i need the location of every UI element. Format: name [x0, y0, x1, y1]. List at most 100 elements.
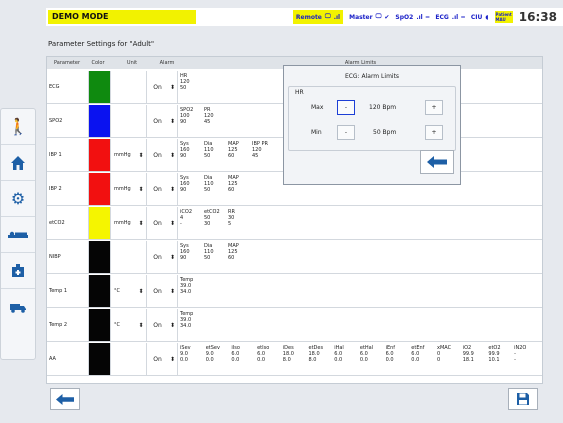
alarm-select[interactable]: On [146, 275, 168, 307]
color-swatch[interactable] [89, 275, 111, 307]
unit-select[interactable]: mmHg [111, 139, 136, 171]
unit-spinner-icon[interactable]: ⬍ [136, 139, 146, 171]
demo-mode-label: DEMO MODE [48, 10, 196, 24]
alarm-limits-cell[interactable]: Temp 39.0 34.0 [178, 275, 542, 307]
floppy-disk-icon [517, 393, 529, 405]
alarm-spinner-icon[interactable]: ⬍ [168, 139, 178, 171]
limit-low: 60 [228, 255, 235, 261]
save-button[interactable] [508, 388, 538, 410]
connector-icon: ═ [461, 13, 465, 21]
limit-column: iO2 99.9 18.1 [463, 345, 474, 363]
alarm-limits-cell[interactable]: iCO2 4- etCO2 50 30 RR 30 5 [178, 207, 542, 239]
table-row[interactable]: NIBP On ⬍ Sys 160 90 Dia 110 50 MAP 125 60 [47, 241, 542, 274]
unit-spinner-icon[interactable]: ⬍ [136, 309, 146, 341]
hr-group-label: HR [295, 89, 304, 96]
unit-spinner-icon[interactable]: ⬍ [136, 207, 146, 239]
unit-spinner-icon[interactable]: ⬍ [136, 275, 146, 307]
ciu-label: CIU [470, 13, 483, 21]
alarm-select[interactable]: On [146, 173, 168, 205]
color-swatch[interactable] [89, 207, 111, 239]
limit-column: SPO2 100 90 [180, 107, 193, 125]
parameter-name: Temp 1 [47, 275, 89, 307]
alarm-spinner-icon[interactable]: ⬍ [168, 207, 178, 239]
wifi-icon: ◖ [485, 13, 489, 21]
alarm-limits-cell[interactable]: Temp 39.0 34.0 [178, 309, 542, 341]
max-label: Max [311, 104, 324, 111]
unit-select[interactable]: °C [111, 275, 136, 307]
unit-select [111, 241, 136, 273]
alarm-spinner-icon[interactable]: ⬍ [168, 173, 178, 205]
alarm-select[interactable]: On [146, 309, 168, 341]
max-value: 120 Bpm [369, 104, 397, 111]
min-increase-button[interactable]: + [425, 125, 443, 140]
alarm-select[interactable]: On [146, 241, 168, 273]
col-parameter: Parameter [53, 60, 80, 66]
hospital-icon [12, 263, 24, 277]
monitor-icon: 🖵 [375, 13, 382, 20]
color-swatch[interactable] [89, 173, 111, 205]
limit-column: etCO2 50 30 [204, 209, 220, 227]
table-row[interactable]: Temp 1 °C ⬍ On ⬍ Temp 39.0 34.0 [47, 275, 542, 308]
limit-low: 45 [252, 153, 259, 159]
alarm-select[interactable]: On [146, 343, 168, 375]
sidebar-hospital-button[interactable] [1, 253, 35, 289]
color-swatch[interactable] [89, 139, 111, 171]
limit-column: Temp 39.0 34.0 [180, 311, 193, 329]
table-row[interactable]: Temp 2 °C ⬍ On ⬍ Temp 39.0 34.0 [47, 309, 542, 342]
limit-low: 30 [204, 221, 211, 227]
ciu-status[interactable]: CIU ◖ [471, 14, 489, 21]
ecg-status[interactable]: ECG .ıl ═ [435, 14, 464, 21]
alarm-spinner-icon[interactable]: ⬍ [168, 71, 178, 103]
unit-select[interactable]: °C [111, 309, 136, 341]
unit-spinner-icon [136, 105, 146, 137]
spo2-status[interactable]: SpO2 .ıl ═ [395, 14, 429, 21]
color-swatch[interactable] [89, 71, 111, 103]
dialog-back-button[interactable] [420, 150, 454, 174]
table-row[interactable]: AA On ⬍ iSev 9.0 0.0 etSev 9.0 0.0 iIso 6.0 0.0 etIs… [47, 343, 542, 376]
back-button[interactable] [50, 388, 80, 410]
alarm-spinner-icon[interactable]: ⬍ [168, 343, 178, 375]
alarm-select[interactable]: On [146, 105, 168, 137]
color-swatch[interactable] [89, 309, 111, 341]
unit-spinner-icon[interactable]: ⬍ [136, 173, 146, 205]
alarm-limits-cell[interactable]: Sys 160 90 Dia 110 50 MAP 125 60 [178, 241, 542, 273]
alarm-select[interactable]: On [146, 71, 168, 103]
alarm-limits-cell[interactable]: iSev 9.0 0.0 etSev 9.0 0.0 iIso 6.0 0.0 etIso 6.0 0… [178, 343, 542, 375]
remote-status[interactable]: Remote 🖵 .ıl [292, 10, 344, 24]
col-unit: Unit [126, 60, 138, 66]
color-swatch[interactable] [89, 343, 111, 375]
min-decrease-button[interactable]: - [337, 125, 355, 140]
sidebar-settings-button[interactable]: ⚙ [1, 181, 35, 217]
checkmark-icon: ✔ [384, 13, 390, 21]
max-increase-button[interactable]: + [425, 100, 443, 115]
parameter-name: IBP 1 [47, 139, 89, 171]
sidebar-home-button[interactable] [1, 145, 35, 181]
patient-badge[interactable]: Patient MAU [494, 11, 513, 23]
alarm-spinner-icon[interactable]: ⬍ [168, 105, 178, 137]
sidebar-patient-button[interactable]: 🚶 [1, 109, 35, 145]
alarm-spinner-icon[interactable]: ⬍ [168, 241, 178, 273]
remote-label: Remote [295, 13, 322, 21]
alarm-limits-dialog: ECG: Alarm Limits HR Max - 120 Bpm + Min… [283, 65, 461, 185]
master-status[interactable]: Master 🖵 ✔ [349, 13, 389, 21]
limit-low: 90 [180, 255, 187, 261]
alarm-select[interactable]: On [146, 207, 168, 239]
color-swatch[interactable] [89, 241, 111, 273]
unit-select[interactable]: mmHg [111, 173, 136, 205]
max-decrease-button[interactable]: - [337, 100, 355, 115]
unit-select [111, 105, 136, 137]
parameter-name: AA [47, 343, 89, 375]
limit-column: iCO2 4- [180, 209, 192, 227]
alarm-spinner-icon[interactable]: ⬍ [168, 275, 178, 307]
sidebar-transport-button[interactable] [1, 289, 35, 325]
color-swatch[interactable] [89, 105, 111, 137]
limit-column: etHal 6.0 0.0 [360, 345, 373, 363]
limit-column: iHal 6.0 0.0 [334, 345, 344, 363]
alarm-spinner-icon[interactable]: ⬍ [168, 309, 178, 341]
sidebar-bed-button[interactable] [1, 217, 35, 253]
alarm-select[interactable]: On [146, 139, 168, 171]
parameter-name: ECG [47, 71, 89, 103]
unit-select[interactable]: mmHg [111, 207, 136, 239]
limit-low: 50 [204, 255, 211, 261]
table-row[interactable]: etCO2 mmHg ⬍ On ⬍ iCO2 4- etCO2 50 30 RR 30 5 [47, 207, 542, 240]
